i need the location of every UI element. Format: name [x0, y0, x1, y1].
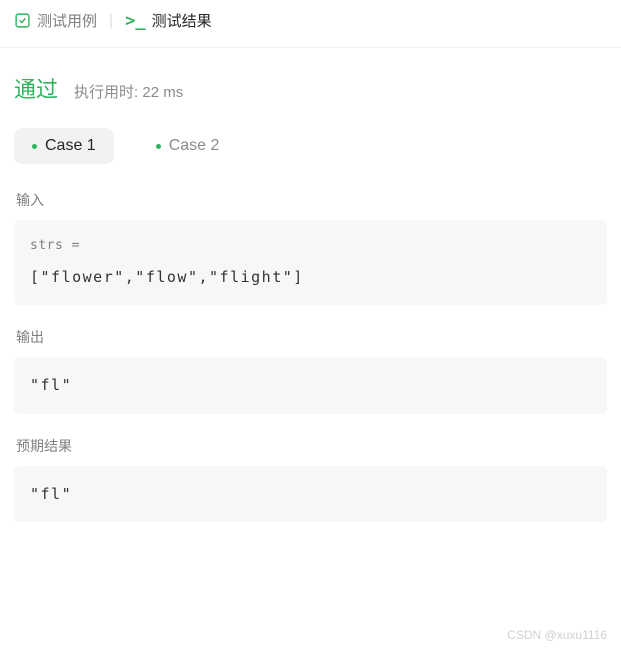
- case-tab-1[interactable]: Case 1: [14, 128, 114, 164]
- case-tab-label: Case 2: [169, 137, 220, 155]
- output-label: 输出: [14, 327, 607, 347]
- tab-testcase-label: 测试用例: [37, 10, 97, 31]
- input-value: ["flower","flow","flight"]: [30, 263, 591, 292]
- status-dot-icon: [156, 144, 161, 149]
- tab-divider: |: [109, 12, 113, 30]
- expected-block: "fl": [14, 466, 607, 523]
- input-section: 输入 strs = ["flower","flow","flight"]: [14, 190, 607, 305]
- check-square-icon: [14, 12, 31, 29]
- expected-section: 预期结果 "fl": [14, 436, 607, 523]
- input-block: strs = ["flower","flow","flight"]: [14, 220, 607, 305]
- watermark: CSDN @xuxu1116: [507, 628, 607, 642]
- content-area: 通过 执行用时: 22 ms Case 1 Case 2 输入 strs = […: [0, 48, 621, 522]
- status-dot-icon: [32, 144, 37, 149]
- status-text: 通过: [14, 72, 58, 104]
- runtime-text: 执行用时: 22 ms: [74, 81, 183, 102]
- input-label: 输入: [14, 190, 607, 210]
- tab-result[interactable]: >_ 测试结果: [125, 10, 212, 31]
- case-tabs: Case 1 Case 2: [14, 128, 607, 164]
- tab-bar: 测试用例 | >_ 测试结果: [0, 0, 621, 48]
- output-block: "fl": [14, 357, 607, 414]
- input-var: strs =: [30, 234, 591, 259]
- terminal-icon: >_: [125, 11, 145, 31]
- output-section: 输出 "fl": [14, 327, 607, 414]
- tab-testcase[interactable]: 测试用例: [14, 10, 97, 31]
- status-line: 通过 执行用时: 22 ms: [14, 72, 607, 104]
- expected-value: "fl": [30, 480, 591, 509]
- case-tab-label: Case 1: [45, 137, 96, 155]
- expected-label: 预期结果: [14, 436, 607, 456]
- output-value: "fl": [30, 371, 591, 400]
- tab-result-label: 测试结果: [152, 10, 212, 31]
- case-tab-2[interactable]: Case 2: [138, 128, 238, 164]
